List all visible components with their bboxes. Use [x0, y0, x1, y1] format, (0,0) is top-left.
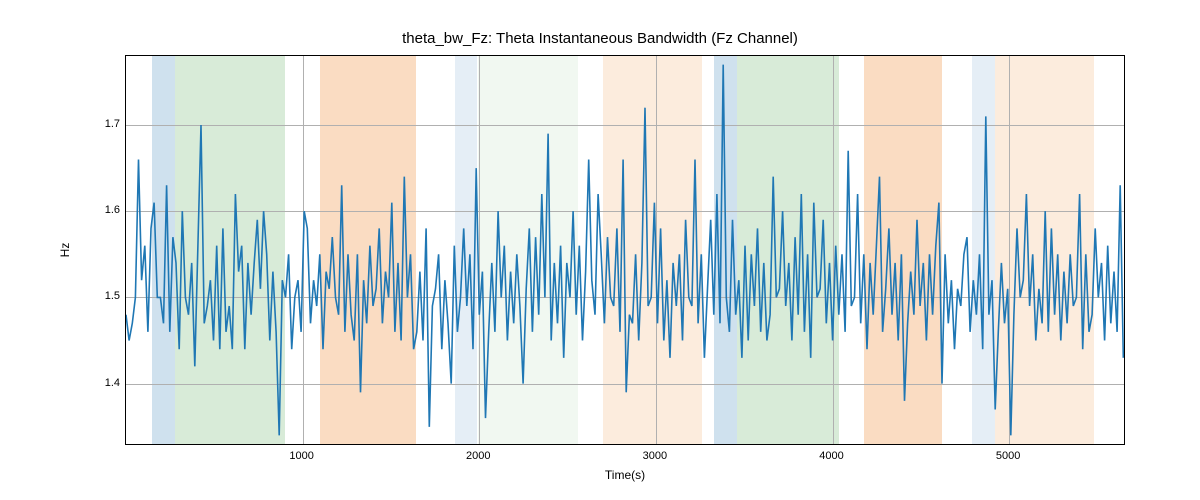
y-tick-label: 1.4	[105, 377, 120, 389]
y-tick-label: 1.5	[105, 290, 120, 302]
chart-container: theta_bw_Fz: Theta Instantaneous Bandwid…	[0, 0, 1200, 500]
y-tick-label: 1.6	[105, 204, 120, 216]
plot-area	[125, 55, 1125, 445]
y-axis-label: Hz	[58, 243, 72, 258]
x-tick-label: 1000	[289, 450, 313, 462]
chart-title: theta_bw_Fz: Theta Instantaneous Bandwid…	[0, 30, 1200, 47]
line-series	[126, 56, 1124, 444]
x-tick-label: 5000	[996, 450, 1020, 462]
x-tick-label: 3000	[643, 450, 667, 462]
x-tick-label: 2000	[466, 450, 490, 462]
x-tick-label: 4000	[819, 450, 843, 462]
x-axis-label: Time(s)	[605, 468, 645, 482]
line-path	[126, 65, 1123, 436]
y-tick-label: 1.7	[105, 118, 120, 130]
